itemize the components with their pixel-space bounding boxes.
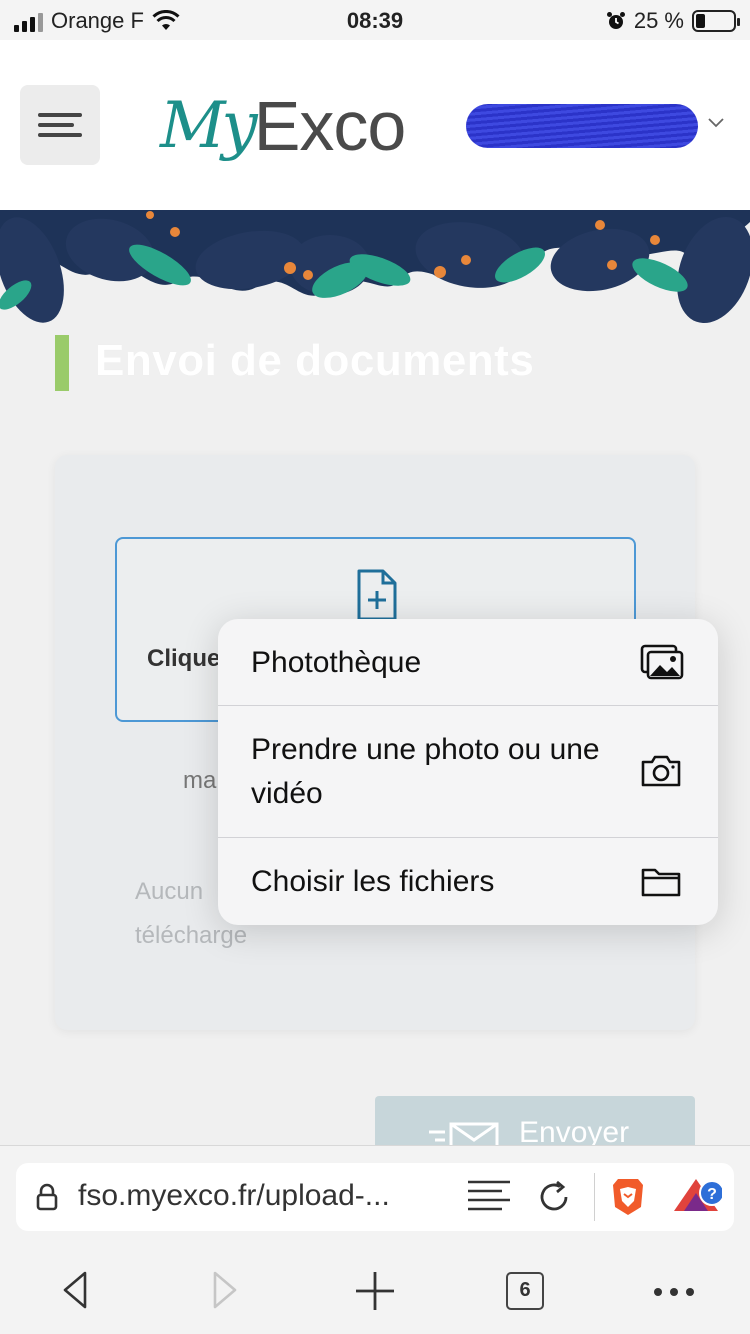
new-tab-icon[interactable] [354,1270,396,1312]
menu-item-take-photo[interactable]: Prendre une photo ou une vidéo [218,706,718,838]
wifi-icon [152,10,180,30]
menu-item-label: Photothèque [251,646,422,679]
menu-item-label: Choisir les fichiers [251,865,495,898]
status-right: 25 % [606,8,740,34]
logo-my: My [160,89,258,163]
carrier: Orange F [14,8,180,34]
url-text: fso.myexco.fr/upload-... [78,1179,390,1212]
chevron-down-icon[interactable] [706,112,726,132]
menu-icon [38,113,82,117]
lock-icon [36,1183,58,1211]
svg-text:?: ? [707,1186,717,1203]
photo-library-icon [640,644,684,680]
page-title: Envoi de documents [95,336,535,385]
menu-icon-line [38,133,82,137]
menu-item-photo-library[interactable]: Photothèque [218,619,718,706]
browser-toolbar: fso.myexco.fr/upload-... ? 6 [0,1145,750,1334]
address-bar[interactable]: fso.myexco.fr/upload-... ? [16,1163,734,1231]
carrier-name: Orange F [51,8,144,33]
alarm-icon [606,12,625,29]
browser-nav: 6 [0,1266,750,1316]
back-icon[interactable] [60,1270,90,1310]
add-file-icon [357,569,397,621]
reload-icon[interactable] [536,1179,572,1215]
battery-percent: 25 % [633,8,684,33]
menu-button[interactable] [20,85,100,165]
leaf-illustration [0,210,750,335]
dropzone-label: Clique [147,645,221,672]
folder-icon [641,868,681,897]
menu-icon-line [38,123,74,127]
logo-exco: Exco [253,87,407,165]
logo[interactable]: My Exco [160,76,407,176]
forward-icon[interactable] [210,1270,240,1310]
tabs-button[interactable]: 6 [506,1272,544,1310]
divider [594,1173,595,1221]
status-bar: Orange F 08:39 25 % [0,0,750,40]
battery-icon [692,10,740,32]
title-accent-bar [55,335,69,391]
reader-mode-icon[interactable] [466,1179,512,1215]
redacted-user-name[interactable] [466,104,698,148]
brave-shield-icon[interactable] [610,1177,646,1217]
more-icon[interactable] [652,1286,696,1298]
camera-icon [641,755,681,787]
menu-item-label: Prendre une photo ou une vidéo [251,733,600,810]
leaf-banner [0,210,750,335]
max-size-label: ma [183,767,217,794]
site-header: My Exco [0,40,750,210]
extension-icon[interactable]: ? [672,1175,722,1219]
menu-item-choose-files[interactable]: Choisir les fichiers [218,838,718,925]
signal-icon [14,10,43,32]
file-picker-menu: Photothèque Prendre une photo ou une vid… [218,619,718,925]
